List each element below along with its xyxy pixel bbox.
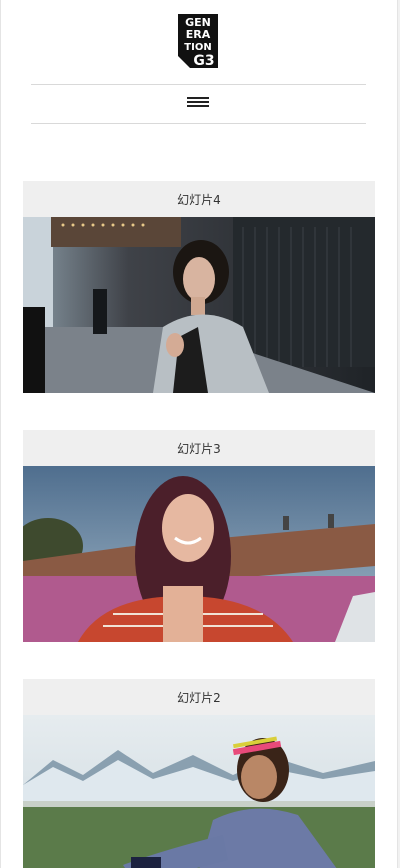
woman-on-city-street-photo[interactable] xyxy=(23,217,375,393)
page: GEN ERA TION G3 幻灯片4 幻灯片3 幻灯片2 xyxy=(0,0,398,868)
logo-line-3: TION xyxy=(184,42,211,53)
menu-bar xyxy=(187,101,209,103)
slide-title: 幻灯片2 xyxy=(23,679,375,715)
slide-title: 幻灯片3 xyxy=(23,430,375,466)
smiling-woman-rooftop-photo[interactable] xyxy=(23,466,375,642)
header-divider-bottom xyxy=(31,123,366,124)
hamburger-menu-icon[interactable] xyxy=(187,96,209,110)
slide-card[interactable]: 幻灯片2 xyxy=(23,679,375,868)
slide-card[interactable]: 幻灯片3 xyxy=(23,430,375,642)
slide-card[interactable]: 幻灯片4 xyxy=(23,181,375,393)
menu-bar xyxy=(187,97,209,99)
slide-title: 幻灯片4 xyxy=(23,181,375,217)
menu-bar xyxy=(187,105,209,107)
generation-g3-logo: GEN ERA TION G3 xyxy=(178,14,218,69)
logo[interactable]: GEN ERA TION G3 xyxy=(1,12,397,74)
header-divider-top xyxy=(31,84,366,85)
logo-line-2: ERA xyxy=(186,28,211,41)
woman-athlete-mountain-field-photo[interactable] xyxy=(23,715,375,868)
logo-line-4: G3 xyxy=(193,53,214,69)
